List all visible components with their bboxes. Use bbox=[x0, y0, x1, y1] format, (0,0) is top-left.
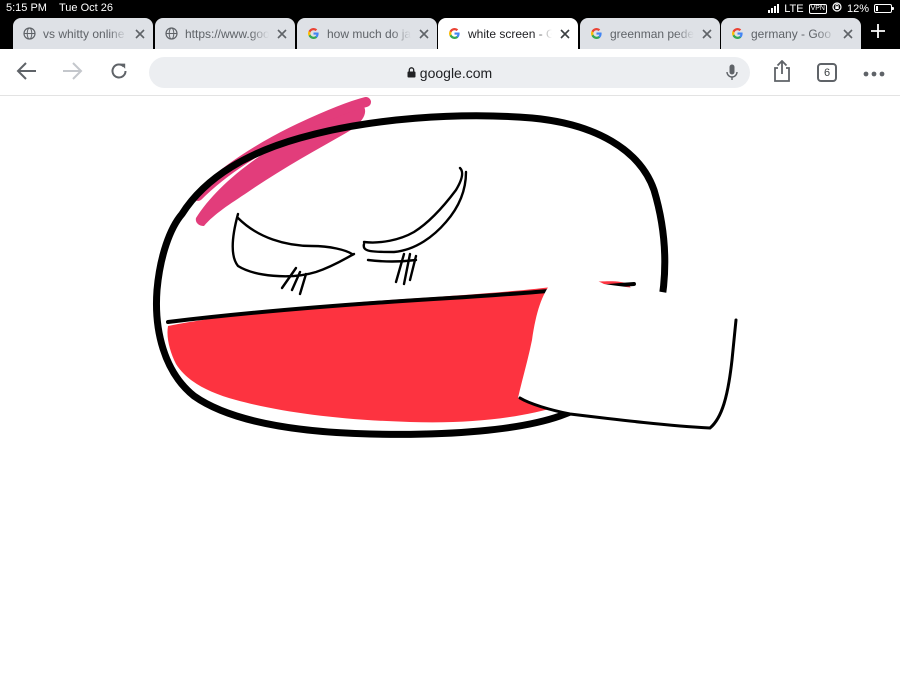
globe-icon bbox=[165, 27, 178, 40]
status-date: Tue Oct 26 bbox=[58, 2, 113, 14]
tab-greenman[interactable]: greenman pede bbox=[580, 18, 720, 49]
google-g-icon bbox=[307, 27, 320, 40]
status-time: 5:15 PM bbox=[6, 2, 47, 14]
address-bar[interactable]: google.com bbox=[149, 57, 750, 88]
vpn-badge: VPN bbox=[808, 3, 827, 14]
tab-close-icon[interactable] bbox=[552, 28, 578, 39]
bird-sketch bbox=[231, 166, 468, 296]
more-menu-button[interactable] bbox=[859, 58, 889, 88]
pink-scribble bbox=[193, 97, 371, 226]
plus-icon bbox=[870, 23, 886, 44]
tab-close-icon[interactable] bbox=[269, 28, 295, 39]
tab-close-icon[interactable] bbox=[411, 28, 437, 39]
more-options-icon bbox=[863, 64, 885, 82]
lock-icon bbox=[407, 65, 416, 81]
cellular-signal-icon bbox=[768, 4, 780, 13]
tab-vs-whitty[interactable]: vs whitty online bbox=[13, 18, 153, 49]
tab-close-icon[interactable] bbox=[127, 28, 153, 39]
arrow-left-icon bbox=[16, 61, 38, 86]
reload-icon bbox=[109, 61, 129, 86]
share-button[interactable] bbox=[767, 58, 797, 88]
drawing-canvas bbox=[153, 97, 738, 438]
battery-percent: 12% bbox=[846, 2, 869, 15]
tab-white-screen[interactable]: white screen - G bbox=[438, 18, 578, 49]
page-content bbox=[0, 97, 900, 675]
tab-title: greenman pede bbox=[610, 26, 694, 41]
microphone-icon[interactable] bbox=[726, 64, 738, 86]
tab-https-google[interactable]: https://www.google bbox=[155, 18, 295, 49]
status-bar: 5:15 PM Tue Oct 26 LTE VPN 12% bbox=[0, 0, 900, 17]
reload-button[interactable] bbox=[104, 58, 134, 88]
battery-level bbox=[876, 6, 878, 11]
google-g-icon bbox=[590, 27, 603, 40]
tab-germany[interactable]: germany - Goo bbox=[721, 18, 861, 49]
tab-title: https://www.google bbox=[185, 26, 269, 41]
tab-strip: vs whitty online https://www.google how … bbox=[0, 17, 900, 49]
tab-switcher-button[interactable]: 6 bbox=[817, 63, 837, 82]
tab-title: vs whitty online bbox=[43, 26, 125, 41]
forward-button[interactable] bbox=[57, 58, 87, 88]
screen-lock-icon bbox=[832, 2, 842, 15]
share-icon bbox=[772, 59, 792, 87]
tab-title: white screen - G bbox=[468, 26, 552, 41]
tab-title: germany - Goo bbox=[751, 26, 832, 41]
new-tab-button[interactable] bbox=[856, 18, 900, 49]
back-button[interactable] bbox=[12, 58, 42, 88]
tab-close-icon[interactable] bbox=[694, 28, 720, 39]
tab-how-much-do[interactable]: how much do ja bbox=[297, 18, 437, 49]
google-g-icon bbox=[448, 27, 461, 40]
white-patch bbox=[518, 277, 736, 428]
tab-title: how much do ja bbox=[327, 26, 411, 41]
arrow-right-icon bbox=[61, 61, 83, 86]
google-g-icon bbox=[731, 27, 744, 40]
battery-icon bbox=[874, 4, 894, 13]
network-type: LTE bbox=[784, 2, 804, 15]
browser-toolbar: google.com 6 bbox=[0, 49, 900, 96]
globe-icon bbox=[23, 27, 36, 40]
url-text: google.com bbox=[419, 64, 493, 81]
